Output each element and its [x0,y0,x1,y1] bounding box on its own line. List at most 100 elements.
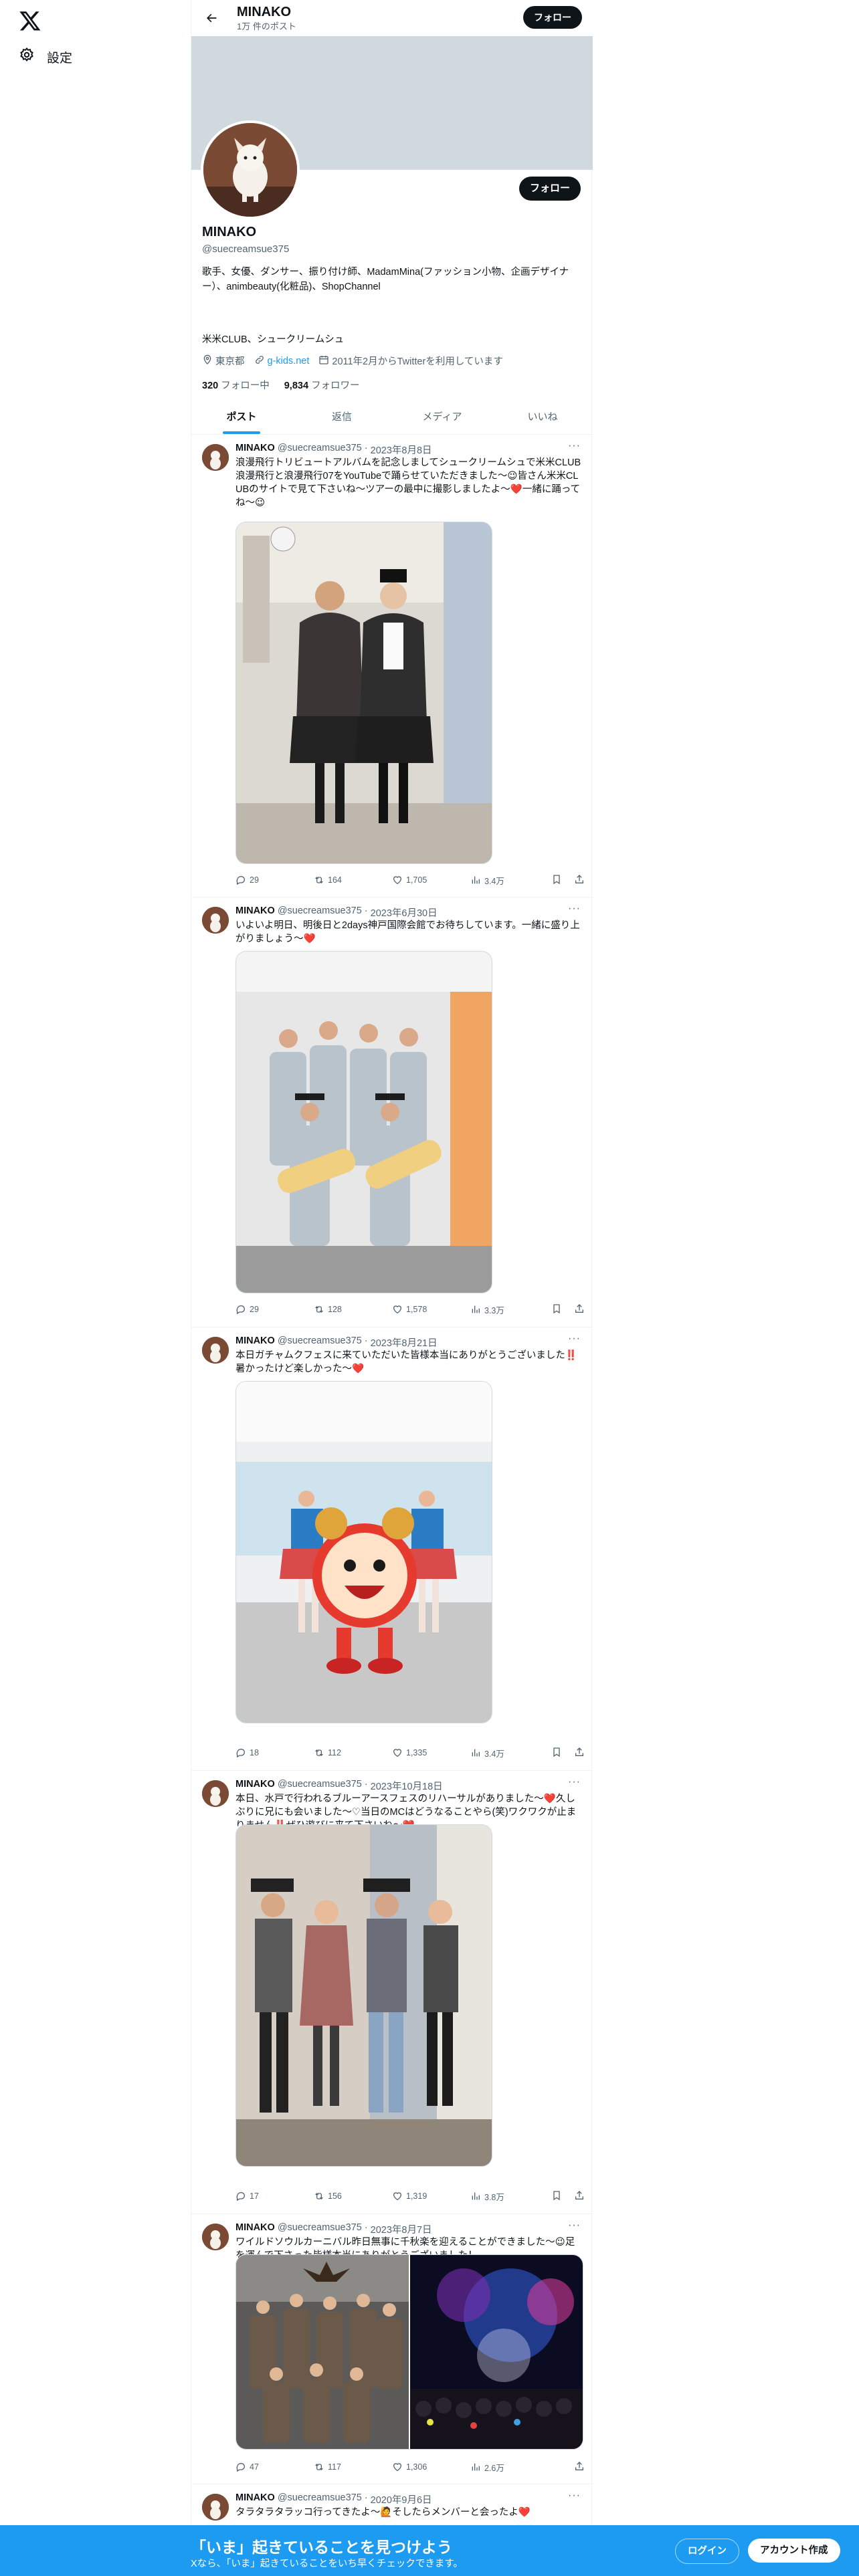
header-follow-button[interactable]: フォロー [523,6,582,29]
views-button[interactable]: 2.6万 [470,2461,549,2474]
tweet-image[interactable] [235,522,492,864]
repost-button[interactable]: 117 [314,2462,392,2472]
bookmark-icon[interactable] [551,1747,562,1759]
profile-tabs: ポスト 返信 メディア いいね [191,399,593,435]
settings-link[interactable]: 設定 [19,47,72,67]
tweet-image-grid[interactable] [235,2254,583,2450]
reply-button[interactable]: 18 [235,1747,314,1758]
bookmark-icon[interactable] [551,2190,562,2203]
views-button[interactable]: 3.8万 [470,2190,549,2203]
profile-avatar[interactable] [201,120,300,219]
repost-count: 117 [328,2462,341,2472]
more-options-icon[interactable]: ··· [568,903,581,915]
tweet-author-name[interactable]: MINAKO [235,443,275,457]
reply-button[interactable]: 29 [235,875,314,885]
tweet-avatar[interactable] [202,2224,229,2250]
tweet-avatar[interactable] [202,1780,229,1807]
share-icon[interactable] [574,2190,585,2203]
tweet-date[interactable]: 2023年8月7日 [371,2222,432,2236]
tweet[interactable]: MINAKO @suecreamsue375 · 2023年8月8日 ··· 浪… [191,435,593,897]
tweet-author-name[interactable]: MINAKO [235,2222,275,2236]
repost-count: 164 [328,875,342,885]
like-button[interactable]: 1,319 [392,2191,470,2202]
tweet-author-name[interactable]: MINAKO [235,905,275,920]
bookmark-icon[interactable] [551,1303,562,1316]
left-sidebar: 設定 [0,0,191,2576]
views-button[interactable]: 3.4万 [470,1747,549,1759]
share-icon[interactable] [574,1747,585,1759]
reply-button[interactable]: 29 [235,1304,314,1315]
more-options-icon[interactable]: ··· [568,2220,581,2232]
profile-handle: @suecreamsue375 [202,243,290,255]
tweet[interactable]: MINAKO @suecreamsue375 · 2023年8月21日 ··· … [191,1327,593,1771]
tweet-header: MINAKO @suecreamsue375 · 2023年8月21日 [235,1335,438,1350]
location-pin-icon [202,354,213,368]
profile-website-link[interactable]: g-kids.net [268,356,310,366]
repost-button[interactable]: 156 [314,2191,392,2202]
tweet-handle[interactable]: @suecreamsue375 [278,905,362,920]
more-options-icon[interactable]: ··· [568,1776,581,1788]
tweet-avatar[interactable] [202,2494,229,2520]
bookmark-icon[interactable] [551,874,562,887]
tweet-image[interactable] [235,1824,492,2167]
tweet-image-left[interactable] [236,2255,409,2449]
tweet-date[interactable]: 2023年6月30日 [371,905,438,920]
profile-name: MINAKO [202,225,257,239]
tweet[interactable]: MINAKO @suecreamsue375 · 2020年9月6日 ··· タ… [191,2484,593,2531]
like-button[interactable]: 1,705 [392,875,470,885]
x-logo-icon[interactable] [19,9,41,32]
tweet-avatar[interactable] [202,907,229,934]
tweet-handle[interactable]: @suecreamsue375 [278,1335,362,1350]
tweet-handle[interactable]: @suecreamsue375 [278,443,362,457]
tweet-date[interactable]: 2023年8月21日 [371,1335,438,1350]
login-button[interactable]: ログイン [675,2539,739,2564]
reply-button[interactable]: 17 [235,2191,314,2202]
tweet-avatar[interactable] [202,444,229,471]
views-button[interactable]: 3.3万 [470,1303,549,1316]
like-count: 1,578 [406,1305,427,1314]
like-button[interactable]: 1,306 [392,2462,470,2472]
tweet[interactable]: MINAKO @suecreamsue375 · 2023年10月18日 ···… [191,1771,593,2214]
tweet-image-right[interactable] [410,2255,583,2449]
tweet[interactable]: MINAKO @suecreamsue375 · 2023年6月30日 ··· … [191,897,593,1327]
tweet-author-name[interactable]: MINAKO [235,2492,275,2506]
repost-button[interactable]: 128 [314,1304,392,1315]
like-button[interactable]: 1,578 [392,1304,470,1315]
like-button[interactable]: 1,335 [392,1747,470,1758]
tweet-date[interactable]: 2023年10月18日 [371,1779,443,1793]
repost-button[interactable]: 112 [314,1747,392,1758]
more-options-icon[interactable]: ··· [568,2490,581,2502]
profile-follow-button[interactable]: フォロー [518,177,581,201]
tweet-handle[interactable]: @suecreamsue375 [278,2492,362,2506]
reply-count: 29 [250,1305,259,1314]
tweet-text: いよいよ明日、明後日と2days神戸国際会館でお待ちしています。一緒に盛り上がり… [235,920,580,944]
tweet-image[interactable] [235,951,492,1293]
tweet-handle[interactable]: @suecreamsue375 [278,2222,362,2236]
back-arrow-icon[interactable] [199,6,223,30]
tweet-date[interactable]: 2023年8月8日 [371,443,432,457]
more-options-icon[interactable]: ··· [568,440,581,452]
profile-bio: 歌手、女優、ダンサー、振り付け師、MadamMina(ファッション小物、企画デザ… [202,267,569,292]
create-account-button[interactable]: アカウント作成 [748,2539,840,2563]
more-options-icon[interactable]: ··· [568,1333,581,1345]
share-icon[interactable] [574,1303,585,1316]
followers-link[interactable]: 9,834 フォロワー [284,378,360,392]
tweet-date[interactable]: 2020年9月6日 [371,2492,432,2506]
tab-likes[interactable]: いいね [492,399,593,434]
views-button[interactable]: 3.4万 [470,874,549,887]
tweet[interactable]: MINAKO @suecreamsue375 · 2023年8月7日 ··· ワ… [191,2214,593,2484]
share-icon[interactable] [574,2461,585,2474]
reply-button[interactable]: 47 [235,2462,314,2472]
tab-media[interactable]: メディア [392,399,492,434]
tweet-image[interactable] [235,1381,492,1723]
tweet-author-name[interactable]: MINAKO [235,1335,275,1350]
tab-replies[interactable]: 返信 [292,399,392,434]
following-link[interactable]: 320 フォロー中 [202,378,270,392]
profile-joined: 2011年2月からTwitterを利用しています [332,356,503,367]
repost-button[interactable]: 164 [314,875,392,885]
tweet-handle[interactable]: @suecreamsue375 [278,1779,362,1793]
tweet-author-name[interactable]: MINAKO [235,1779,275,1793]
tab-posts[interactable]: ポスト [191,399,292,434]
share-icon[interactable] [574,874,585,887]
tweet-avatar[interactable] [202,1337,229,1364]
